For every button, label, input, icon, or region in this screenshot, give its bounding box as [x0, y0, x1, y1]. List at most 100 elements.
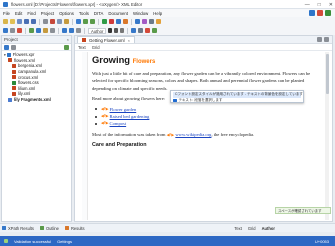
close-tab-icon[interactable]: × — [128, 38, 130, 43]
tree-item[interactable]: lily Fragments.xml — [4, 97, 69, 103]
view-tab-text[interactable]: Text — [234, 226, 242, 231]
link-wikipedia[interactable]: www.wikipedia.org — [175, 132, 211, 137]
check-icon[interactable] — [109, 19, 114, 24]
view-tab-grid[interactable]: Grid — [248, 226, 256, 231]
view-tab-author[interactable]: Author — [262, 226, 275, 231]
list-item: ◀P▶ Raised bed gardening — [95, 113, 317, 120]
close-button[interactable]: ✕ — [329, 2, 333, 8]
collapse-icon[interactable] — [11, 44, 16, 50]
editor-tab[interactable]: Getting Flower.xml × — [77, 36, 135, 43]
tab-results[interactable]: Results — [64, 226, 85, 231]
track-icon[interactable] — [17, 28, 22, 33]
indent-icon[interactable] — [76, 28, 81, 33]
source-paragraph: Most of the information was taken from ◀… — [92, 131, 255, 137]
bottom-panel-tabs: XPath Results Outline Results Text Grid … — [0, 223, 335, 232]
italic-icon[interactable] — [114, 28, 119, 33]
minimize-button[interactable]: — — [305, 2, 310, 8]
menu-file[interactable]: File — [3, 11, 10, 16]
table-icon[interactable] — [50, 28, 55, 33]
title-tag-marker[interactable]: Flowers — [133, 59, 156, 65]
tab-text-top[interactable]: Text — [78, 45, 86, 50]
paste-icon[interactable] — [64, 19, 69, 24]
link-flower-garden[interactable]: Flower garden — [110, 106, 137, 113]
save-all-icon[interactable] — [31, 19, 36, 24]
copy-icon[interactable] — [57, 19, 62, 24]
chevron-down-icon[interactable]: ▾ — [4, 53, 6, 57]
menu-document[interactable]: Document — [108, 11, 128, 16]
link-compost[interactable]: Compost — [110, 120, 127, 127]
scrollbar-thumb[interactable] — [325, 54, 329, 94]
tag-icon[interactable] — [3, 28, 8, 33]
menu-project[interactable]: Project — [41, 11, 54, 16]
list-ordered-icon[interactable] — [69, 28, 74, 33]
author-mode-button[interactable]: Author — [88, 27, 107, 34]
tab-menu-icon[interactable] — [317, 37, 322, 42]
project-icon — [6, 52, 11, 57]
profile-icon[interactable] — [142, 19, 147, 24]
status-bar: Validation successful Gettings U+0053 — [0, 236, 335, 246]
print-icon[interactable] — [43, 19, 48, 24]
bold-icon[interactable] — [108, 28, 113, 33]
insert-icon[interactable] — [29, 28, 34, 33]
undo-icon[interactable] — [83, 19, 88, 24]
align-icon[interactable] — [131, 28, 137, 33]
popup-item[interactable]: Cフォント設定スタイルが適用されています - テキストの背景色を設定しています — [173, 92, 303, 98]
menu-bar: File Edit Find Project Options Tools DIT… — [0, 9, 335, 17]
menu-dita[interactable]: DITA — [94, 11, 103, 16]
open-url-icon[interactable] — [17, 19, 22, 24]
maximize-button[interactable]: □ — [318, 2, 321, 8]
transform-icon[interactable] — [116, 19, 121, 24]
comment-icon[interactable] — [138, 28, 144, 33]
spell-icon[interactable] — [152, 28, 158, 33]
cut-icon[interactable] — [50, 19, 55, 24]
redo-icon[interactable] — [90, 19, 95, 24]
project-panel: Project × ▾ Flowers.xpr flowers.xml berge… — [1, 35, 72, 222]
menu-options[interactable]: Options — [59, 11, 74, 16]
close-icon[interactable]: × — [67, 37, 69, 42]
menu-find[interactable]: Find — [27, 11, 35, 16]
save-icon[interactable] — [24, 19, 29, 24]
window-title: flowers.xml [D:\Projects\Flowers\flowers… — [11, 1, 143, 7]
underline-icon[interactable] — [120, 28, 125, 33]
document-title: Growing Flowers — [92, 54, 156, 65]
run-icon[interactable] — [123, 19, 128, 24]
link-icon[interactable] — [43, 28, 48, 33]
outline-icon — [39, 226, 44, 230]
tab-outline[interactable]: Outline — [39, 226, 59, 231]
arrow-icon[interactable] — [10, 28, 15, 33]
list-icon[interactable] — [62, 28, 67, 33]
highlight-icon[interactable] — [145, 28, 151, 33]
vertical-scrollbar[interactable] — [325, 52, 329, 220]
app-icon — [3, 1, 8, 7]
intro-paragraph: With just a little bit of care and prepa… — [92, 71, 311, 91]
menu-window[interactable]: Window — [133, 11, 148, 16]
find-icon[interactable] — [76, 19, 81, 24]
menu-help[interactable]: Help — [153, 11, 162, 16]
menu-edit[interactable]: Edit — [15, 11, 22, 16]
perspective-editor-icon[interactable] — [309, 10, 315, 16]
menu-tools[interactable]: Tools — [79, 11, 89, 16]
tab-list-icon[interactable] — [324, 37, 329, 42]
perspective-xslt-icon[interactable] — [317, 10, 323, 16]
xml-file-icon — [82, 38, 86, 42]
project-menu-icon[interactable] — [64, 44, 69, 50]
new-icon[interactable] — [3, 19, 8, 24]
bookmark-icon[interactable] — [156, 19, 161, 24]
valid-icon — [4, 239, 8, 243]
project-panel-title: Project — [4, 37, 18, 42]
popup-item[interactable]: テキスト: 段落を選択します — [173, 98, 301, 104]
document-area[interactable]: Growing Flowers With just a little bit o… — [82, 52, 322, 220]
debug-icon[interactable] — [135, 19, 140, 24]
open-icon[interactable] — [10, 19, 15, 24]
section-heading: Care and Preparation — [92, 142, 147, 149]
link-raised-bed[interactable]: Raised bed gardening — [110, 113, 150, 120]
link-editor-icon[interactable] — [4, 44, 9, 50]
status-path: Gettings — [57, 238, 72, 244]
tab-grid-top[interactable]: Grid — [92, 45, 100, 50]
tab-xpath-results[interactable]: XPath Results — [2, 226, 34, 231]
image-icon[interactable] — [36, 28, 41, 33]
validate-icon[interactable] — [102, 19, 107, 24]
links-list: ◀P▶ Flower garden ◀P▶ Raised bed gardening… — [95, 106, 317, 128]
settings-icon[interactable] — [149, 19, 154, 24]
perspective-db-icon[interactable] — [325, 10, 331, 16]
